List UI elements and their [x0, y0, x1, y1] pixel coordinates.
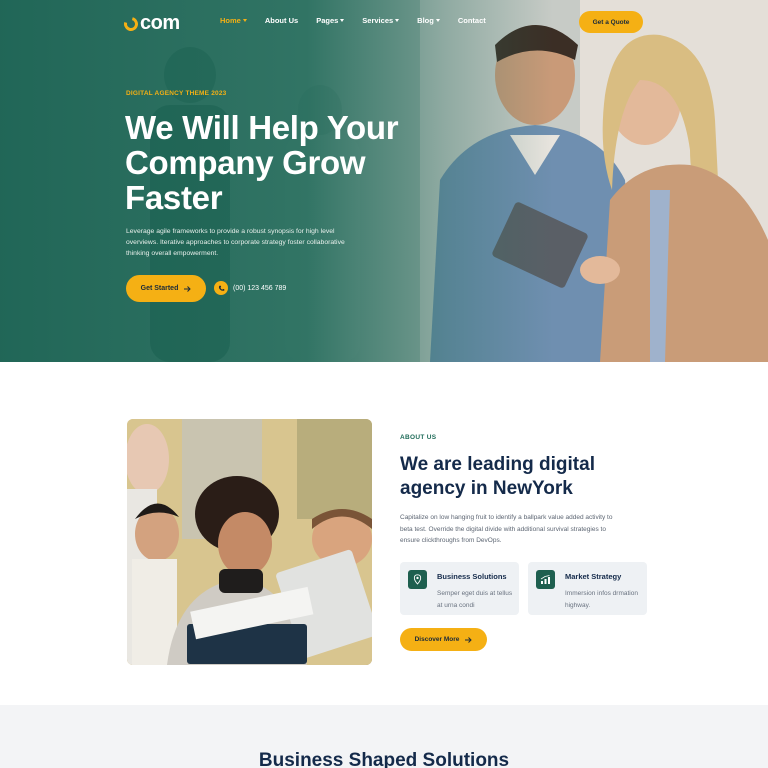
logo[interactable]: com: [121, 11, 180, 34]
nav-link-label: About Us: [264, 16, 299, 25]
card-title: Market Strategy: [565, 572, 622, 581]
chevron-down-icon: [242, 19, 247, 22]
card-title: Business Solutions: [437, 572, 507, 581]
card-text: Semper eget duis at tellus at urna condi: [437, 590, 513, 609]
nav-link-pages[interactable]: Pages: [316, 16, 345, 25]
get-started-button[interactable]: Get Started: [126, 275, 206, 302]
chart-icon: [536, 570, 555, 589]
nav-link-home[interactable]: Home: [220, 16, 247, 25]
phone-number: (00) 123 456 789: [233, 284, 287, 292]
location-pin-icon: [408, 570, 427, 589]
team-photo-illustration: [127, 419, 372, 665]
arrow-right-icon: [465, 636, 473, 643]
card-text: Immersion infos drmation highway.: [565, 590, 638, 609]
nav-link-services[interactable]: Services: [362, 16, 400, 25]
feature-card-market-strategy[interactable]: Market Strategy Immersion infos drmation…: [528, 562, 647, 615]
nav-link-label: Services: [362, 16, 394, 25]
nav-link-label: Contact: [457, 16, 486, 25]
chevron-down-icon: [340, 19, 345, 22]
arrow-right-icon: [184, 285, 192, 292]
solutions-title: Business Shaped Solutions: [258, 750, 510, 768]
hero-eyebrow: DIGITAL AGENCY THEME 2023: [126, 90, 227, 97]
discover-more-label: Discover More: [414, 636, 460, 643]
about-team-photo: [127, 419, 372, 665]
discover-more-button[interactable]: Discover More: [400, 628, 487, 651]
logo-mark-icon: [121, 14, 141, 34]
main-nav: com Home About Us Pages Services Blog Co…: [0, 0, 768, 44]
chevron-down-icon: [435, 19, 440, 22]
nav-links: Home About Us Pages Services Blog Contac…: [220, 16, 504, 25]
nav-link-label: Home: [220, 16, 241, 25]
hero-description: Leverage agile frameworks to provide a r…: [126, 228, 345, 257]
about-title: We are leading digital agency in NewYork: [400, 454, 595, 499]
hero-section: com Home About Us Pages Services Blog Co…: [0, 0, 768, 362]
nav-link-label: Blog: [417, 16, 434, 25]
nav-link-label: Pages: [316, 16, 339, 25]
chevron-down-icon: [395, 19, 400, 22]
nav-link-blog[interactable]: Blog: [417, 16, 440, 25]
get-a-quote-button[interactable]: Get a Quote: [579, 11, 643, 33]
phone-icon: [214, 281, 228, 295]
feature-card-business-solutions[interactable]: Business Solutions Semper eget duis at t…: [400, 562, 519, 615]
logo-text: com: [140, 11, 180, 34]
nav-link-about-us[interactable]: About Us: [265, 16, 298, 25]
about-eyebrow: ABOUT US: [400, 434, 437, 441]
get-started-label: Get Started: [140, 285, 179, 292]
about-description: Capitalize on low hanging fruit to ident…: [400, 514, 613, 544]
solutions-section: Business Shaped Solutions: [0, 705, 768, 768]
phone-contact[interactable]: (00) 123 456 789: [214, 281, 286, 295]
nav-link-contact[interactable]: Contact: [458, 16, 486, 25]
hero-title: We Will Help Your Company Grow Faster: [125, 109, 399, 216]
